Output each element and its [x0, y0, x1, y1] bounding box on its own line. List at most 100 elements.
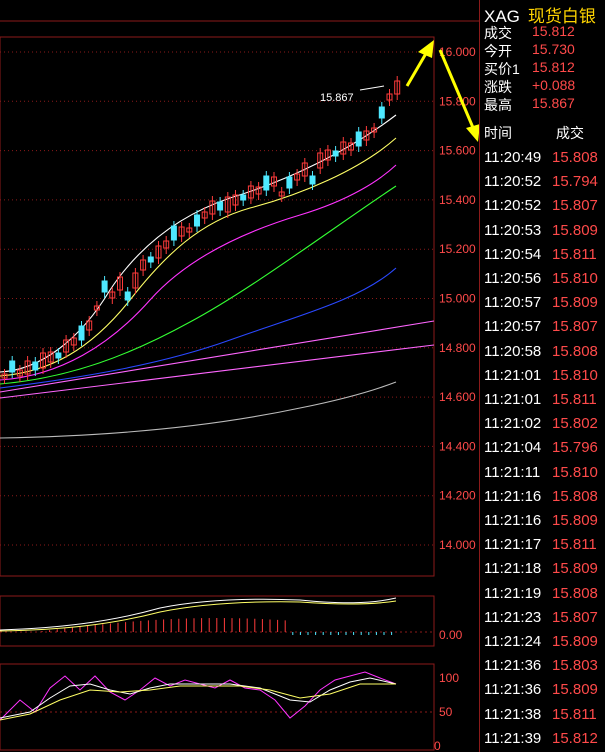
price-tick-label: 14.200 [439, 489, 476, 503]
price-tick-label: 15.400 [439, 193, 476, 207]
tick-price: 15.809 [552, 560, 598, 578]
quote-panel: XAG 现货白银 成交 15.812 今开 15.730 买价1 15.812 涨跌 +0.08… [479, 0, 605, 752]
ma60-line [0, 267, 397, 389]
tick-time: 11:21:36 [484, 657, 542, 675]
ma10-line [0, 137, 397, 377]
tick-time: 11:20:57 [484, 294, 542, 312]
tick-time: 11:20:52 [484, 173, 542, 191]
candle-body [378, 106, 385, 119]
price-tick-label: 15.800 [439, 94, 476, 108]
price-tick-label: 15.200 [439, 242, 476, 256]
tick-price: 15.803 [552, 657, 598, 675]
candle-body [286, 176, 293, 189]
price-tick-label: 14.000 [439, 538, 476, 552]
tick-time: 11:21:01 [484, 391, 542, 408]
candle-body [355, 131, 362, 147]
tick-header-time: 时间 [484, 125, 512, 141]
tick-price: 15.794 [552, 173, 598, 191]
tick-time: 11:20:49 [484, 149, 542, 166]
ma-long-line-1 [0, 320, 435, 393]
tick-time: 11:21:36 [484, 681, 542, 699]
tick-time: 11:20:56 [484, 270, 542, 287]
tick-price: 15.809 [552, 294, 598, 312]
tick-price: 15.811 [552, 705, 597, 723]
candle-body [309, 175, 316, 185]
kdj-axis-50: 50 [439, 705, 453, 719]
tick-time: 11:20:54 [484, 245, 542, 263]
tick-price: 15.812 [552, 729, 598, 747]
tick-time: 11:20:57 [484, 318, 542, 336]
price-gridlines [0, 51, 434, 546]
candle-body [194, 214, 200, 227]
quote-value: 15.812 [532, 59, 575, 75]
tick-header-price: 成交 [556, 125, 584, 141]
candle-body [78, 325, 85, 341]
tick-time: 11:21:01 [484, 366, 542, 384]
price-tick-label: 15.000 [439, 292, 476, 306]
tick-price: 15.808 [552, 149, 598, 166]
price-tick-label: 15.600 [439, 144, 476, 158]
tick-time: 11:21:16 [484, 512, 542, 529]
tick-time: 11:21:11 [484, 463, 541, 481]
price-tick-label: 14.400 [439, 439, 476, 453]
tick-price: 15.808 [552, 584, 598, 602]
macd-axis-label: 0.00 [439, 628, 463, 642]
tick-time: 11:20:58 [484, 342, 542, 360]
tick-price: 15.808 [552, 342, 598, 360]
candle-body [147, 256, 154, 263]
tick-price: 15.802 [552, 415, 598, 433]
tick-price: 15.809 [552, 633, 598, 650]
tick-price: 15.809 [552, 512, 598, 529]
tick-time: 11:21:39 [484, 729, 542, 747]
candle-body [217, 201, 224, 211]
tick-time: 11:20:52 [484, 197, 542, 215]
kdj-axis-0: 0 [434, 739, 441, 752]
tick-time: 11:21:04 [484, 439, 542, 457]
kdj-d-line [0, 683, 396, 721]
quote-label: 今开 [484, 43, 512, 59]
candle-body [332, 150, 339, 157]
tick-price: 15.809 [552, 221, 598, 239]
tick-price: 15.811 [552, 245, 597, 263]
quote-value: +0.088 [532, 77, 576, 93]
quote-label: 成交 [484, 25, 512, 41]
tick-time: 11:21:17 [484, 536, 542, 554]
candle-body [32, 361, 39, 371]
tick-price: 15.796 [552, 439, 598, 457]
tick-time: 11:21:38 [484, 705, 542, 723]
quote-value: 15.812 [532, 23, 575, 39]
ma-long-line-2 [0, 344, 435, 399]
tick-price: 15.807 [552, 318, 598, 336]
quote-label: 最高 [484, 97, 512, 113]
tick-price: 15.811 [552, 536, 597, 554]
price-tick-label: 14.800 [439, 341, 476, 355]
tick-price: 15.811 [552, 391, 597, 408]
tick-time: 11:21:19 [484, 584, 542, 602]
tick-price: 15.809 [552, 681, 598, 699]
tick-price: 15.810 [552, 270, 598, 287]
kdj-panel-frame [0, 663, 435, 751]
tick-price: 15.807 [552, 197, 598, 215]
tick-time: 11:21:23 [484, 608, 542, 626]
tick-price: 15.810 [552, 366, 598, 384]
quote-value: 15.867 [532, 95, 575, 111]
price-tick-label: 14.600 [439, 390, 476, 404]
max-price-pointer [359, 85, 385, 91]
tick-time: 11:20:53 [484, 221, 542, 239]
max-price-label: 15.867 [320, 92, 354, 104]
yellow-arrow-up-icon [405, 40, 434, 87]
tick-time: 11:21:24 [484, 633, 542, 650]
candle-body [9, 360, 16, 373]
candle-body [55, 352, 62, 359]
candle-body [124, 291, 131, 301]
tick-time: 11:21:18 [484, 560, 542, 578]
candle-body [240, 194, 247, 201]
tick-time: 11:21:02 [484, 415, 542, 433]
quote-label: 买价1 [484, 61, 520, 77]
moving-averages [0, 114, 435, 439]
candle-body [101, 280, 108, 293]
kdj-axis-100: 100 [439, 671, 459, 685]
tick-time: 11:21:16 [484, 487, 542, 505]
tick-price: 15.810 [552, 463, 598, 481]
candle-body [170, 225, 177, 241]
